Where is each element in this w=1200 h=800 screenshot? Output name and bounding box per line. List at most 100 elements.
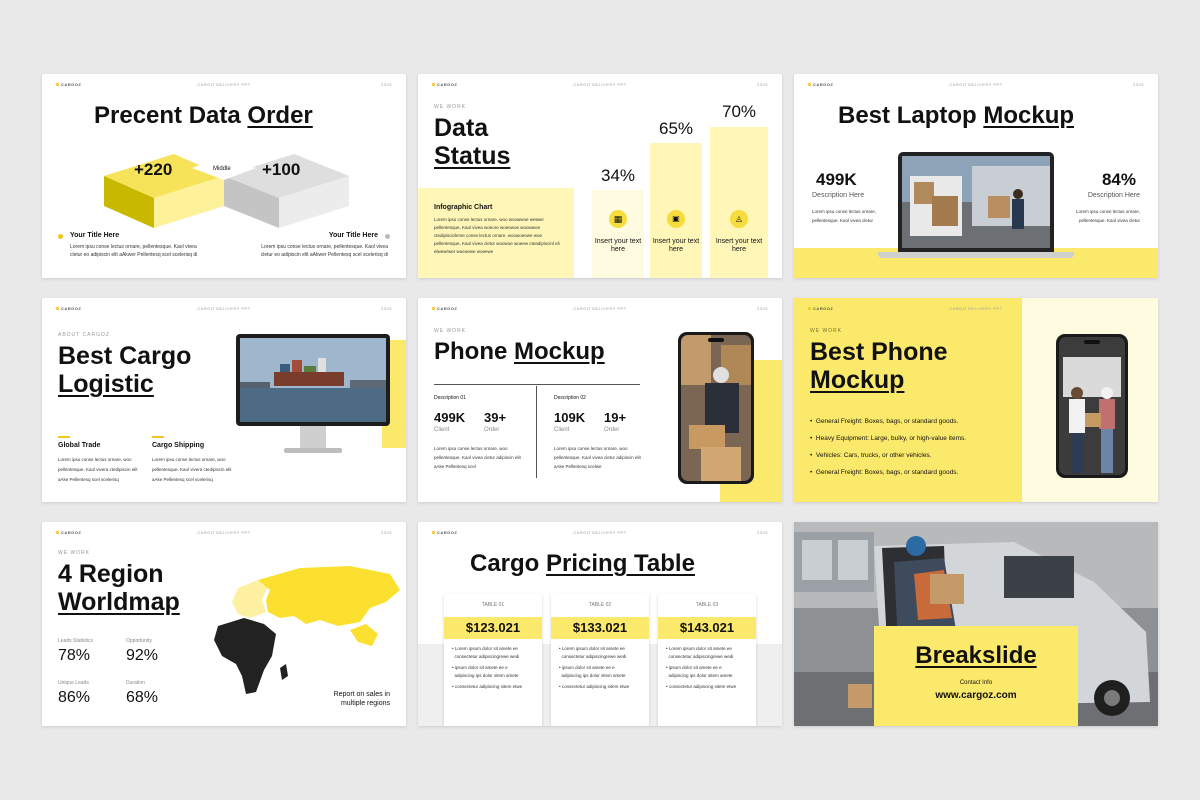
- left-dot: [58, 234, 63, 239]
- dolly-icon: ◬: [730, 210, 748, 228]
- desc1-value1: 499K: [434, 410, 466, 425]
- desc1-label: Description 01: [434, 395, 466, 401]
- desc2-value1: 109K: [554, 410, 586, 425]
- bar-value: 70%: [721, 102, 757, 121]
- world-map: [214, 566, 400, 694]
- slide-8[interactable]: CARGOZ CARGO DELIVERY PPT 2025 Cargo Pri…: [418, 522, 782, 726]
- right-value: +100: [262, 160, 301, 179]
- stat-4: Duration 68%: [126, 680, 159, 706]
- slide-title: Cargo Pricing Table: [470, 550, 695, 577]
- price-features: • Lorem ipsum dolor sit amete ee consect…: [559, 646, 630, 689]
- slide-title: Best Laptop Mockup: [838, 102, 1075, 129]
- kicker: ABOUT CARGOZ: [58, 332, 110, 338]
- kicker: WE WORK: [434, 328, 466, 334]
- slide-title: Precent Data Order: [94, 102, 313, 129]
- bar-label: Insert your text here: [652, 238, 700, 253]
- left-text: Lorem ipsu conse lectus ornare, pellente…: [70, 244, 198, 258]
- slide-4[interactable]: CARGOZ CARGO DELIVERY PPT 2025 ABOUT CAR…: [42, 298, 406, 502]
- slide-title: Data Status: [434, 114, 511, 170]
- stat-2: Opportunity 92%: [126, 638, 159, 664]
- slide-9[interactable]: Breakslide Contact Info www.cargoz.com: [794, 522, 1158, 726]
- kicker: WE WORK: [434, 104, 466, 110]
- col2-title: Cargo Shipping: [152, 442, 205, 449]
- phone-photo: [1059, 337, 1125, 475]
- pricing-card-2[interactable]: TABLE 02 $133.021 • Lorem ipsum dolor si…: [551, 594, 649, 726]
- slide-header: CARGOZ CARGO DELIVERY PPT 2025: [808, 82, 1144, 88]
- kicker: WE WORK: [810, 328, 842, 334]
- pricing-card-3[interactable]: TABLE 03 $143.021 • Lorem ipsum dolor si…: [658, 594, 756, 726]
- desc2-text: Lorem ipsu conse lectus ornare, woo pell…: [554, 446, 641, 469]
- bar-value: 65%: [658, 119, 694, 138]
- desc2-label1: Client: [554, 427, 570, 433]
- col1-text: Lorem ipsu conse lectus ornare, woo pell…: [58, 457, 138, 482]
- bar: [710, 127, 768, 278]
- left-sub: Description Here: [812, 192, 865, 199]
- slide-title: Phone Mockup: [434, 338, 605, 365]
- truck-icon: ▣: [667, 210, 685, 228]
- col2-text: Lorem ipsu conse lectus ornare, woo pell…: [152, 457, 232, 482]
- right-title: Your Title Here: [328, 232, 378, 239]
- phone: [678, 332, 754, 484]
- left-value: 499K: [816, 170, 857, 189]
- bullet-list: • General Freight: Boxes, bags, or stand…: [810, 418, 1016, 486]
- left-title: Your Title Here: [70, 232, 120, 239]
- desc2-label: Description 02: [554, 395, 586, 401]
- slide-1[interactable]: CARGOZ CARGO DELIVERY PPT 2025 Precent D…: [42, 74, 406, 278]
- middle-label: Middle: [213, 166, 231, 172]
- slide-7[interactable]: CARGOZ CARGO DELIVERY PPT 2025 WE WORK 4…: [42, 522, 406, 726]
- monitor: [236, 334, 390, 458]
- list-item: • Vehicles: Cars, trucks, or other vehic…: [810, 452, 932, 459]
- left-text: Lorem ipsu conse lectus ornare, pellente…: [812, 209, 877, 223]
- slide-6[interactable]: CARGOZ CARGO DELIVERY PPT 2025 WE WORK B…: [794, 298, 1158, 502]
- slide-title: 4 Region Worldmap: [58, 560, 180, 616]
- slide-header: CARGOZ CARGO DELIVERY PPT 2025: [432, 306, 768, 312]
- desc2-value2: 19+: [604, 410, 627, 425]
- breakslide-panel: Breakslide Contact Info www.cargoz.com: [874, 626, 1078, 726]
- slide-header: CARGOZ CARGO DELIVERY PPT 2025: [56, 82, 392, 88]
- info-panel: Infographic Chart Lorem ipsu conse lectu…: [418, 188, 574, 278]
- slide-title: Best Phone Mockup: [810, 338, 948, 394]
- panel-title: Infographic Chart: [434, 204, 493, 211]
- contact-label: Contact Info: [959, 680, 993, 686]
- desc2-label2: Order: [604, 427, 620, 433]
- slide-5[interactable]: CARGOZ CARGO DELIVERY PPT 2025 WE WORK P…: [418, 298, 782, 502]
- pricing-card-1[interactable]: TABLE 01 $123.021 • Lorem ipsum dolor si…: [444, 594, 542, 726]
- col1-title: Global Trade: [58, 442, 101, 449]
- stat-1: Leads Statistics 78%: [58, 638, 94, 664]
- price-features: • Lorem ipsum dolor sit amete ee consect…: [452, 646, 523, 689]
- box-icon: ▦: [609, 210, 627, 228]
- list-item: • General Freight: Boxes, bags, or stand…: [810, 418, 959, 425]
- desc1-label2: Order: [484, 427, 500, 433]
- map-note: Report on sales in multiple regions: [333, 691, 390, 707]
- slide-3[interactable]: CARGOZ CARGO DELIVERY PPT 2025 Best Lapt…: [794, 74, 1158, 278]
- bar-label: Insert your text here: [715, 238, 763, 253]
- laptop: [878, 152, 1074, 258]
- ship-photo: [240, 338, 386, 422]
- desc1-text: Lorem ipsu conse lectus ornare, woo pell…: [434, 446, 521, 469]
- slide-title: Best Cargo Logistic: [58, 342, 192, 398]
- contact-url[interactable]: www.cargoz.com: [874, 690, 1078, 701]
- left-value: +220: [134, 160, 173, 179]
- slide-2[interactable]: CARGOZ CARGO DELIVERY PPT 2025 WE WORK D…: [418, 74, 782, 278]
- divider-v: [536, 386, 537, 478]
- col2-accent: [152, 436, 164, 438]
- desc1-value2: 39+: [484, 410, 507, 425]
- panel-text: Lorem ipsu conse lectus ornare, woo woow…: [434, 217, 560, 254]
- slide-header: CARGOZ CARGO DELIVERY PPT 2025: [432, 530, 768, 536]
- slide-header: CARGOZ CARGO DELIVERY PPT 2025: [56, 306, 392, 312]
- bar: [592, 190, 644, 278]
- slide-header: CARGOZ CARGO DELIVERY PPT 2025: [56, 530, 392, 536]
- stat-3: Unique Leads 86%: [58, 680, 91, 706]
- col1-accent: [58, 436, 70, 438]
- divider-h: [434, 384, 640, 385]
- kicker: WE WORK: [58, 550, 90, 556]
- laptop-photo: [902, 156, 1050, 248]
- price-features: • Lorem ipsum dolor sit amete ee consect…: [666, 646, 737, 689]
- right-text: Lorem ipsu conse lectus ornare, pellente…: [260, 244, 388, 258]
- bar-label: Insert your text here: [594, 238, 642, 253]
- bar-chart: 34% 65% 70% ▦ ▣ ◬ Insert your text here …: [588, 74, 768, 278]
- bar-value: 34%: [600, 166, 636, 185]
- list-item: • Heavy Equipment: Large, bulky, or high…: [810, 435, 967, 442]
- desc1-label1: Client: [434, 427, 450, 433]
- right-value: 84%: [1101, 170, 1136, 189]
